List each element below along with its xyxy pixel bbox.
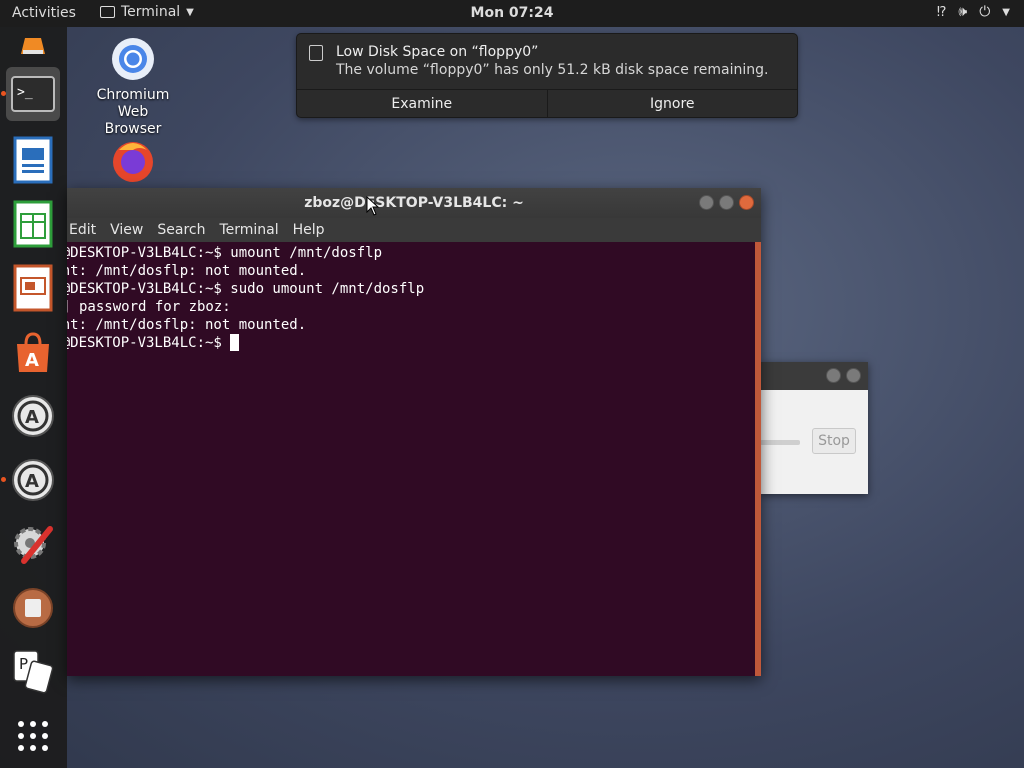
ignore-button[interactable]: Ignore: [548, 90, 798, 118]
terminal-prompt: zboz@DESKTOP-V3LB4LC:~$: [67, 335, 222, 351]
svg-text:P: P: [19, 655, 28, 673]
dock-item-calc[interactable]: [6, 197, 60, 251]
dock-item-updater[interactable]: A: [6, 389, 60, 443]
power-icon: ⏻: [979, 4, 991, 20]
dock-item-updater-2[interactable]: A: [6, 453, 60, 507]
background-dialog[interactable]: Stop: [760, 362, 868, 494]
terminal-line: zboz@DESKTOP-V3LB4LC:~$ sudo umount /mnt…: [67, 281, 425, 297]
clock[interactable]: Mon 07:24: [0, 5, 1024, 21]
firefox-icon: [113, 142, 153, 182]
app-grid-icon: [18, 721, 48, 751]
terminal-line: umount: /mnt/dosflp: not mounted.: [67, 263, 307, 279]
menu-help[interactable]: Help: [293, 218, 325, 242]
menu-view[interactable]: View: [110, 218, 143, 242]
dock-item-vlc[interactable]: [6, 27, 60, 57]
svg-text:A: A: [25, 407, 39, 428]
svg-text:A: A: [25, 350, 39, 371]
drive-icon: [309, 45, 323, 61]
running-indicator: [1, 91, 6, 96]
system-tray[interactable]: ⁉ 🕪 ⏻ ▼: [937, 4, 1010, 20]
running-indicator: [1, 477, 6, 482]
vlc-icon: [21, 38, 45, 54]
terminal-menubar: Edit View Search Terminal Help: [67, 218, 761, 242]
writer-icon: [13, 136, 53, 184]
terminal-scrollbar[interactable]: [755, 242, 761, 676]
terminal-screen[interactable]: zboz@DESKTOP-V3LB4LC:~$ umount /mnt/dosf…: [67, 242, 755, 676]
cards-icon: P: [13, 650, 54, 694]
stop-button[interactable]: Stop: [812, 428, 856, 454]
close-button[interactable]: [846, 368, 861, 383]
desktop-icon-chromium[interactable]: Chromium Web Browser: [93, 36, 173, 138]
notification-popup[interactable]: Low Disk Space on “floppy0” The volume “…: [296, 33, 798, 118]
terminal-window[interactable]: zboz@DESKTOP-V3LB4LC: ~ Edit View Search…: [67, 188, 761, 676]
top-bar: Activities Terminal ▼ Mon 07:24 ⁉ 🕪 ⏻ ▼: [0, 0, 1024, 27]
dock-item-disks[interactable]: [6, 581, 60, 635]
svg-text:A: A: [25, 471, 39, 492]
dock: >_ A A A P: [0, 27, 67, 768]
dock-item-impress[interactable]: [6, 261, 60, 315]
mouse-pointer-icon: [366, 196, 380, 216]
impress-icon: [13, 264, 53, 312]
notification-body: The volume “floppy0” has only 51.2 kB di…: [336, 62, 769, 78]
desktop-icon-firefox[interactable]: [108, 136, 158, 189]
text-cursor: [230, 334, 240, 351]
maximize-button[interactable]: [719, 195, 734, 210]
notification-title: Low Disk Space on “floppy0”: [336, 44, 539, 60]
dock-item-settings[interactable]: [6, 517, 60, 571]
show-applications-button[interactable]: [6, 709, 60, 763]
progress-bar: [760, 440, 800, 445]
chromium-icon: [112, 38, 154, 80]
terminal-line: zboz@DESKTOP-V3LB4LC:~$ umount /mnt/dosf…: [67, 245, 383, 261]
calc-icon: [13, 200, 53, 248]
dock-item-writer[interactable]: [6, 133, 60, 187]
examine-button[interactable]: Examine: [297, 90, 548, 118]
terminal-titlebar[interactable]: zboz@DESKTOP-V3LB4LC: ~: [67, 188, 761, 218]
menu-edit[interactable]: Edit: [69, 218, 96, 242]
menu-terminal[interactable]: Terminal: [219, 218, 278, 242]
close-button[interactable]: [739, 195, 754, 210]
desktop-icon-label: Chromium Web Browser: [96, 87, 170, 137]
volume-icon: 🕪: [958, 4, 968, 20]
notification-actions: Examine Ignore: [297, 89, 797, 118]
dialog-titlebar[interactable]: [760, 362, 868, 390]
software-updater-icon: A: [12, 459, 54, 501]
dock-item-solitaire[interactable]: P: [6, 645, 60, 699]
dock-item-software[interactable]: A: [6, 325, 60, 379]
menu-search[interactable]: Search: [157, 218, 205, 242]
minimize-button[interactable]: [826, 368, 841, 383]
window-title: zboz@DESKTOP-V3LB4LC: ~: [304, 195, 524, 211]
terminal-line: umount: /mnt/dosflp: not mounted.: [67, 317, 307, 333]
svg-text:>_: >_: [17, 85, 33, 100]
minimize-button[interactable]: [699, 195, 714, 210]
terminal-icon: >_: [11, 76, 55, 112]
software-center-icon: A: [17, 332, 49, 372]
settings-icon: [14, 526, 53, 564]
chevron-down-icon: ▼: [1002, 6, 1010, 18]
disk-icon: [13, 588, 53, 628]
software-updater-icon: A: [12, 395, 54, 437]
network-icon: ⁉: [936, 4, 947, 20]
dock-item-terminal[interactable]: >_: [6, 67, 60, 121]
terminal-line: [sudo] password for zboz:: [67, 299, 231, 315]
